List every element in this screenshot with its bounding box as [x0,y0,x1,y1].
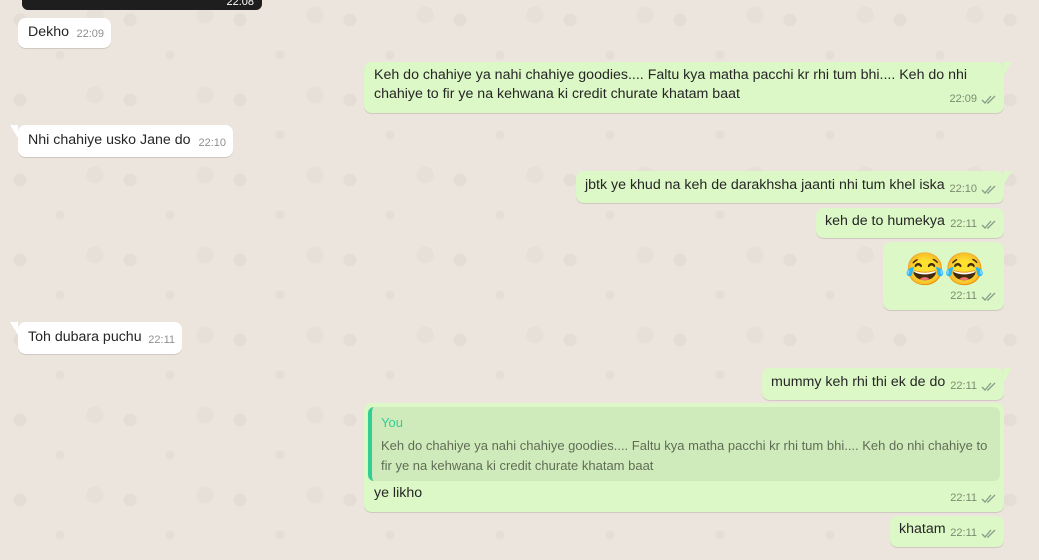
message-text: mummy keh rhi thi ek de do [771,374,946,390]
double-tick-icon [981,292,996,301]
message-text: jbtk ye khud na keh de darakhsha jaanti … [585,177,945,193]
bubble-tail [10,125,18,138]
incoming-message[interactable]: Dekho 22:09 [18,18,111,48]
message-time: 22:10 [198,137,226,149]
message-time: 22:09 [76,28,104,40]
incoming-message[interactable]: Toh dubara puchu 22:11 [10,322,182,354]
double-tick-icon [981,220,996,229]
bubble-tail [1004,368,1012,381]
quote-author: You [381,415,403,430]
message-text: khatam [899,521,946,537]
message-time: 22:11 [148,334,175,346]
outgoing-message[interactable]: khatam 22:11 [890,516,1004,547]
double-tick-icon [981,529,996,538]
outgoing-message[interactable]: 😂😂 22:11 [883,242,1004,310]
message-text: Keh do chahiye ya nahi chahiye goodies..… [374,67,968,102]
double-tick-icon [981,494,996,503]
double-tick-icon [981,185,996,194]
media-message-thumbnail[interactable]: 22:08 [22,0,262,10]
message-text: keh de to humekya [825,213,945,229]
emoji-message: 😂😂 [905,251,985,287]
message-time: 22:11 [950,218,977,230]
outgoing-message[interactable]: mummy keh rhi thi ek de do 22:11 [762,368,1012,400]
outgoing-message[interactable]: jbtk ye khud na keh de darakhsha jaanti … [576,171,1012,203]
message-time: 22:08 [226,0,254,8]
message-time: 22:11 [950,380,977,392]
message-text: Dekho [28,24,70,40]
message-time: 22:09 [949,93,977,105]
message-time: 22:11 [950,290,977,302]
double-tick-icon [981,95,996,104]
quote-text: Keh do chahiye ya nahi chahiye goodies..… [381,438,988,473]
incoming-message[interactable]: Nhi chahiye usko Jane do 22:10 [10,125,233,157]
outgoing-message[interactable]: keh de to humekya 22:11 [816,208,1004,238]
message-text: Nhi chahiye usko Jane do [28,132,191,148]
bubble-tail [1004,62,1012,75]
double-tick-icon [981,382,996,391]
outgoing-message[interactable]: Keh do chahiye ya nahi chahiye goodies..… [364,62,1012,113]
quoted-message[interactable]: You Keh do chahiye ya nahi chahiye goodi… [368,407,1000,481]
bubble-tail [10,322,18,335]
bubble-tail [1004,171,1012,184]
message-text: ye likho [374,485,423,501]
message-time: 22:10 [949,183,977,195]
message-text: Toh dubara puchu [28,329,142,345]
message-time: 22:11 [950,527,977,539]
message-time: 22:11 [950,492,977,504]
outgoing-reply-message[interactable]: You Keh do chahiye ya nahi chahiye goodi… [364,403,1004,512]
